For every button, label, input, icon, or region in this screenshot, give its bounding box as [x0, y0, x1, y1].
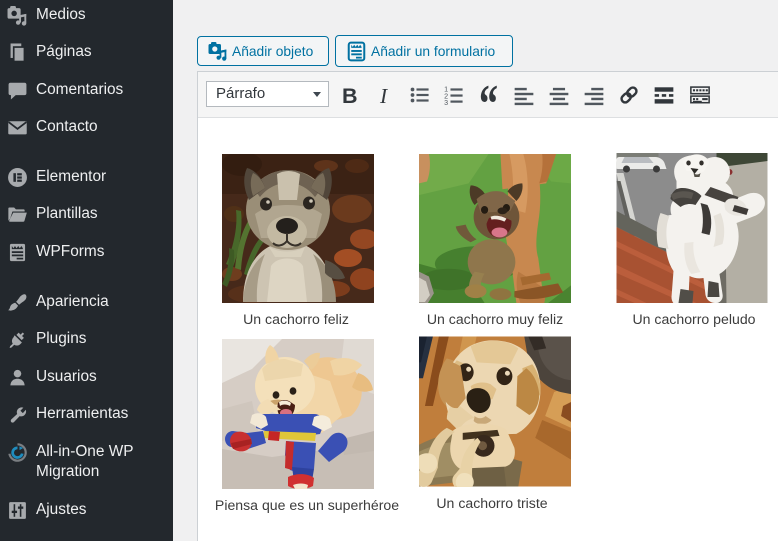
svg-text:3: 3: [444, 99, 448, 106]
